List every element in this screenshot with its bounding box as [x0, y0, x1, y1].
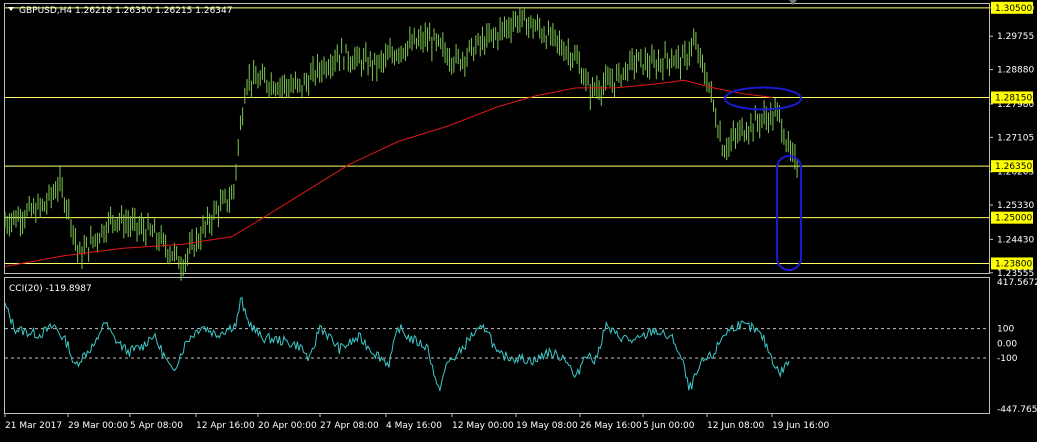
- cci-tick-label: 0.00: [997, 339, 1017, 349]
- cci-title: CCI(20) -119.8987: [9, 284, 92, 294]
- chart-title: GBPUSD,H4 1.26218 1.26350 1.26215 1.2634…: [19, 6, 232, 16]
- level-label: 1.28150: [995, 93, 1032, 103]
- cci-tick-label: -100: [997, 354, 1018, 364]
- cci-tick-label: 100: [997, 325, 1014, 335]
- x-tick-label: 5 Apr 08:00: [130, 421, 183, 431]
- price-tick-label: 1.28880: [997, 66, 1034, 76]
- x-tick-label: 21 Mar 2017: [5, 421, 62, 431]
- x-tick-label: 5 Jun 00:00: [643, 421, 695, 431]
- x-tick-label: 20 Apr 00:00: [258, 421, 317, 431]
- level-label: 1.23800: [995, 259, 1032, 269]
- level-label: 1.26350: [995, 162, 1032, 172]
- x-tick-label: 12 Apr 16:00: [196, 421, 255, 431]
- level-label: 1.30500: [995, 4, 1032, 14]
- cci-tick-label: -447.7658: [997, 405, 1037, 415]
- x-tick-label: 19 Jun 16:00: [772, 421, 829, 431]
- price-chart-svg: 1.305001.297551.288801.279801.271051.262…: [0, 0, 1037, 438]
- level-label: 1.25000: [995, 214, 1032, 224]
- x-tick-label: 12 Jun 08:00: [707, 421, 764, 431]
- x-tick-label: 29 Mar 00:00: [68, 421, 128, 431]
- cci-tick-label: 417.5672: [997, 278, 1037, 288]
- x-tick-label: 12 May 00:00: [452, 421, 514, 431]
- chart-background: [0, 0, 1037, 438]
- price-tick-label: 1.29755: [997, 32, 1034, 42]
- price-tick-label: 1.24430: [997, 235, 1034, 245]
- x-tick-label: 4 May 16:00: [386, 421, 442, 431]
- x-tick-label: 19 May 08:00: [516, 421, 578, 431]
- price-tick-label: 1.25330: [997, 201, 1034, 211]
- chart-window: 1.305001.297551.288801.279801.271051.262…: [0, 0, 1037, 438]
- x-tick-label: 26 May 16:00: [580, 421, 642, 431]
- price-tick-label: 1.27105: [997, 133, 1034, 143]
- x-tick-label: 27 Apr 08:00: [320, 421, 379, 431]
